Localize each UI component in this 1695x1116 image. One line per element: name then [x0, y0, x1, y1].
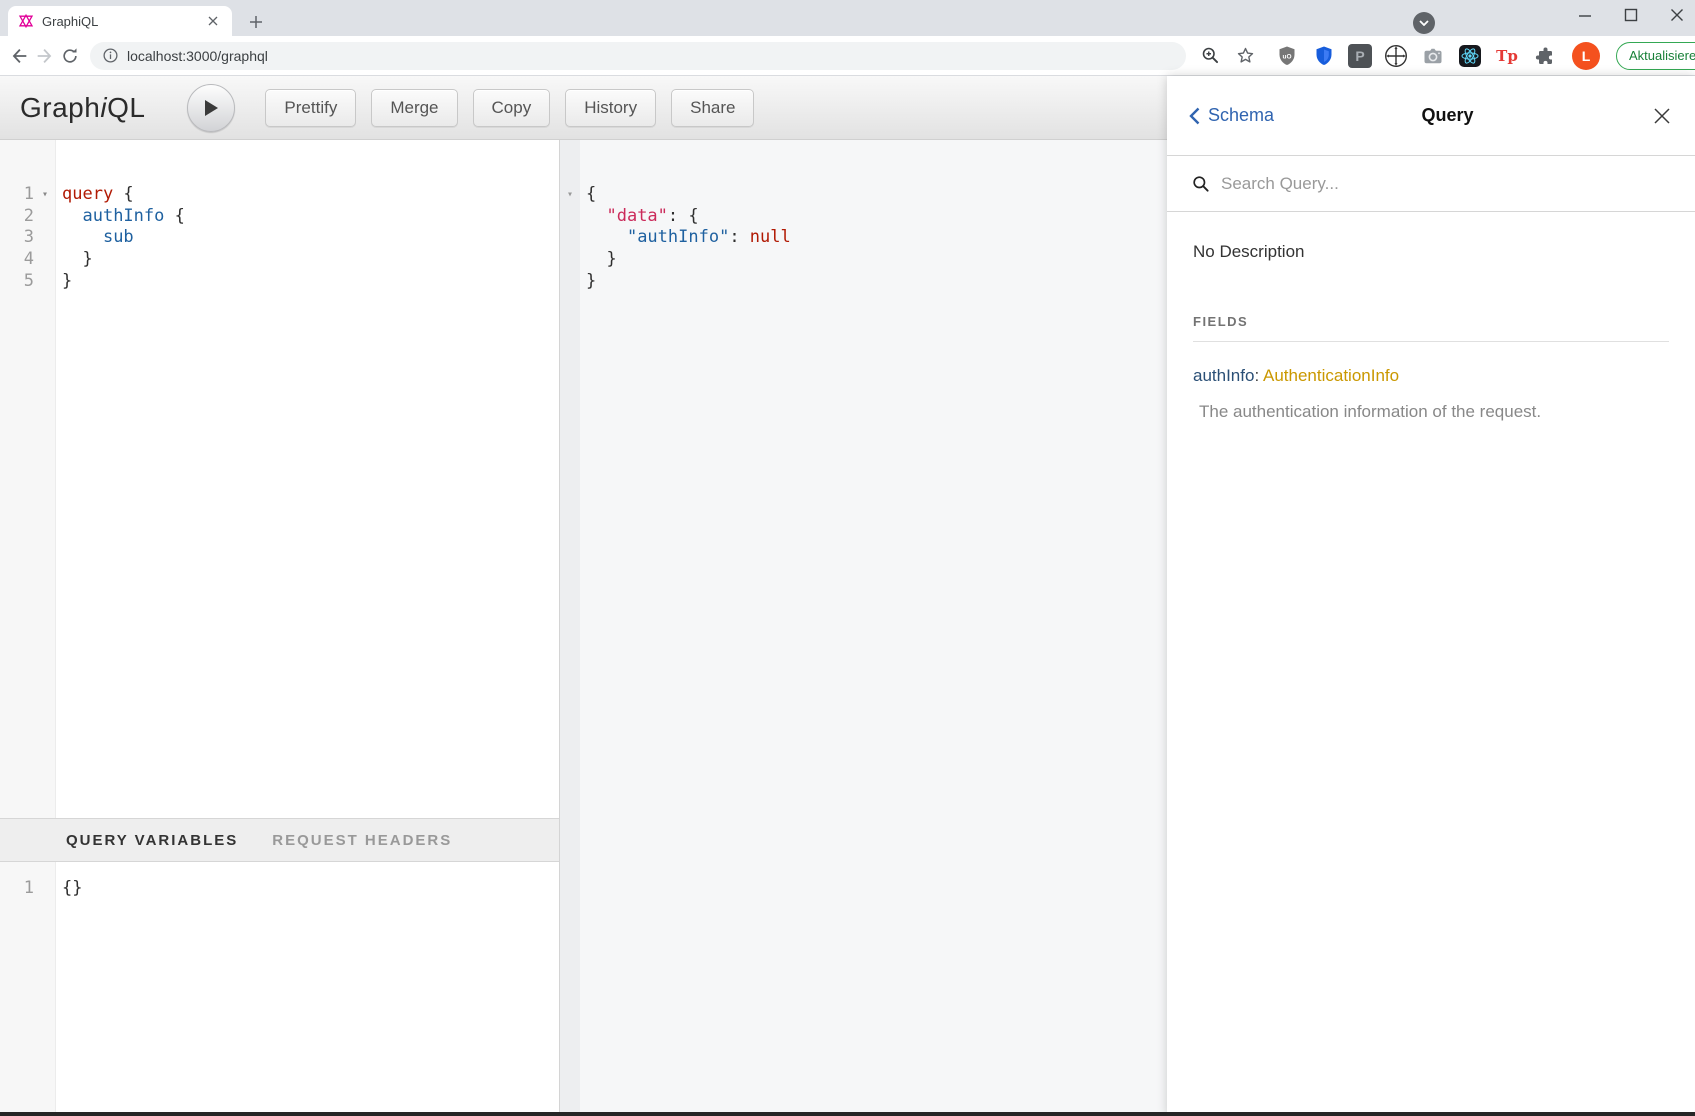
- tab-query-variables[interactable]: QUERY VARIABLES: [66, 832, 238, 849]
- forward-button[interactable]: [34, 41, 56, 71]
- docs-body: No Description FIELDS authInfo: Authenti…: [1167, 242, 1695, 422]
- window-minimize-button[interactable]: [1573, 3, 1597, 27]
- docs-title: Query: [1274, 105, 1651, 126]
- ublock-extension-icon[interactable]: uO: [1274, 43, 1300, 69]
- tab-title: GraphiQL: [42, 14, 196, 29]
- merge-button[interactable]: Merge: [371, 89, 457, 127]
- variables-titlebar: QUERY VARIABLES REQUEST HEADERS: [0, 818, 559, 862]
- bitwarden-extension-icon[interactable]: [1311, 43, 1337, 69]
- tab-close-icon[interactable]: [204, 12, 222, 30]
- docs-close-icon[interactable]: [1651, 105, 1673, 127]
- docs-back-link[interactable]: Schema: [1189, 105, 1274, 126]
- docs-header: Schema Query: [1167, 76, 1695, 156]
- graphiql-app: GraphiQL Prettify Merge Copy History Sha…: [0, 76, 1695, 1116]
- new-tab-button[interactable]: [244, 10, 268, 34]
- prettify-button[interactable]: Prettify: [265, 89, 356, 127]
- screen-capture-extension-icon[interactable]: [1383, 43, 1409, 69]
- taskbar-edge: [0, 1112, 1695, 1116]
- variables-editor-gutter: [0, 862, 56, 1116]
- fields-heading: FIELDS: [1193, 314, 1669, 342]
- docs-panel: Schema Query No Description FIELDS authI…: [1167, 76, 1695, 1116]
- profile-avatar[interactable]: L: [1572, 42, 1600, 70]
- execute-query-button[interactable]: [187, 84, 235, 132]
- fold-arrow-icon[interactable]: ▾: [34, 184, 56, 206]
- window-close-button[interactable]: [1665, 3, 1689, 27]
- copy-button[interactable]: Copy: [473, 89, 551, 127]
- code-line: 1 ▾ query {: [0, 184, 559, 206]
- code-line: 1 {}: [0, 878, 559, 900]
- query-editor[interactable]: 1 ▾ query { 2 authInfo { 3 sub: [0, 140, 559, 818]
- react-devtools-extension-icon[interactable]: [1457, 43, 1483, 69]
- window-maximize-button[interactable]: [1619, 3, 1643, 27]
- field-row: authInfo: AuthenticationInfo: [1193, 366, 1669, 386]
- url-bar[interactable]: localhost:3000/graphql: [90, 42, 1186, 70]
- docs-search-row: [1167, 156, 1695, 212]
- field-name-link[interactable]: authInfo: [1193, 366, 1254, 385]
- bookmark-star-icon[interactable]: [1235, 45, 1256, 66]
- search-icon: [1191, 174, 1211, 194]
- page-info-icon[interactable]: [102, 47, 119, 64]
- code-line: 5 }: [0, 271, 559, 293]
- reload-button[interactable]: [60, 41, 80, 71]
- update-browser-button[interactable]: Aktualisieren: [1616, 42, 1695, 70]
- browser-tab[interactable]: GraphiQL: [8, 6, 232, 36]
- code-line: 4 }: [0, 249, 559, 271]
- graphql-favicon-icon: [18, 13, 34, 29]
- browser-url-row: localhost:3000/graphql uO: [0, 36, 1695, 76]
- code-line: 2 authInfo {: [0, 206, 559, 228]
- fold-arrow-icon[interactable]: ▾: [560, 184, 580, 206]
- query-pane: 1 ▾ query { 2 authInfo { 3 sub: [0, 140, 560, 1116]
- docs-search-input[interactable]: [1221, 174, 1671, 194]
- variables-editor[interactable]: 1 {}: [0, 862, 559, 1116]
- url-text: localhost:3000/graphql: [127, 48, 1174, 64]
- zoom-page-icon[interactable]: [1200, 45, 1221, 66]
- extensions-puzzle-icon[interactable]: [1531, 43, 1557, 69]
- play-icon: [203, 99, 219, 117]
- code-line: 3 sub: [0, 227, 559, 249]
- browser-update-icon[interactable]: [1413, 12, 1435, 34]
- tp-extension-icon[interactable]: Tp: [1494, 43, 1520, 69]
- browser-tabstrip: GraphiQL: [0, 0, 1695, 36]
- chevron-left-icon: [1189, 107, 1200, 125]
- tab-request-headers[interactable]: REQUEST HEADERS: [272, 832, 452, 849]
- share-button[interactable]: Share: [671, 89, 754, 127]
- back-button[interactable]: [8, 41, 30, 71]
- field-type-link[interactable]: AuthenticationInfo: [1263, 366, 1399, 385]
- p-extension-icon[interactable]: P: [1348, 44, 1372, 68]
- camera-extension-icon[interactable]: [1420, 43, 1446, 69]
- history-button[interactable]: History: [565, 89, 656, 127]
- svg-text:uO: uO: [1282, 53, 1291, 60]
- graphiql-logo: GraphiQL: [20, 92, 145, 124]
- field-description: The authentication information of the re…: [1193, 402, 1669, 422]
- no-description-text: No Description: [1193, 242, 1669, 262]
